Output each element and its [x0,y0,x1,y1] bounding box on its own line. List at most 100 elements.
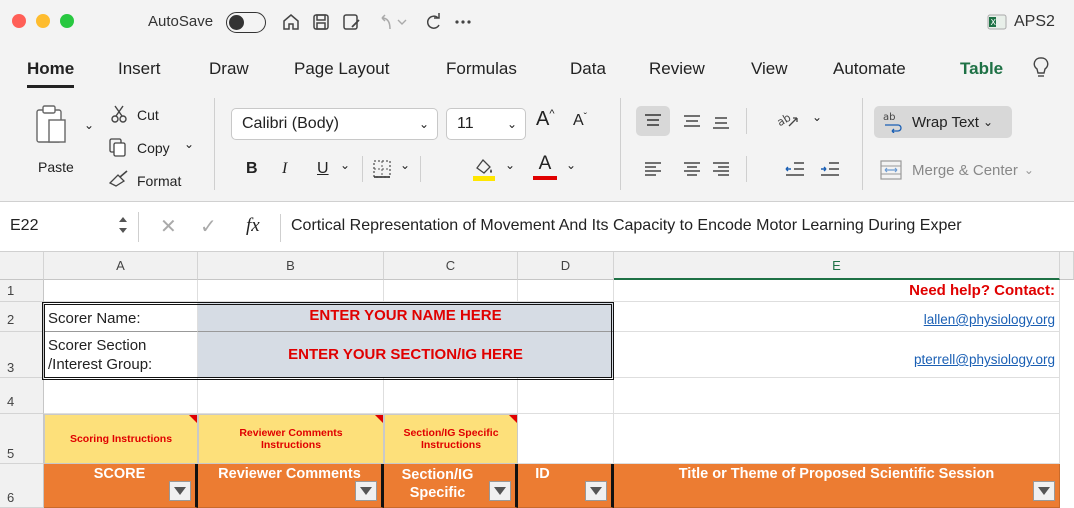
need-help-cell[interactable]: Need help? Contact: [614,280,1060,302]
column-header-b[interactable]: B [198,252,384,280]
more-icon[interactable] [450,8,476,36]
svg-text:ab: ab [777,111,793,128]
tab-draw[interactable]: Draw [209,59,249,79]
header-section-specific[interactable]: Section/IG Specific [384,464,518,508]
merge-center-button[interactable]: Merge & Center ⌄ [880,160,1034,180]
column-header-d[interactable]: D [518,252,614,280]
header-score[interactable]: SCORE [44,464,198,508]
autosave-toggle[interactable] [226,12,266,33]
copy-label[interactable]: Copy [137,140,170,156]
align-left-icon[interactable] [644,160,662,183]
cut-label[interactable]: Cut [137,107,159,123]
orientation-dropdown-icon[interactable]: ⌄ [812,110,822,124]
row-header-1[interactable]: 1 [0,280,44,302]
tab-table[interactable]: Table [960,59,1003,79]
worksheet-grid: A B C D E 1 2 3 4 5 6 Need help? Contact… [0,252,1074,508]
tab-review[interactable]: Review [649,59,705,79]
formula-input[interactable]: Cortical Representation of Movement And … [291,217,1071,235]
wrap-text-button[interactable]: ab Wrap Text ⌄ [874,106,1012,138]
fill-color-icon[interactable] [472,156,496,187]
row-header-3[interactable]: 3 [0,332,44,378]
header-title[interactable]: Title or Theme of Proposed Scientific Se… [614,464,1060,508]
row-header-5[interactable]: 5 [0,414,44,464]
email-link-2[interactable]: pterrell@physiology.org [914,352,1055,367]
filter-dropdown-icon[interactable] [1033,481,1055,501]
save-as-icon[interactable] [338,8,364,36]
row-header-4[interactable]: 4 [0,378,44,414]
font-size-select[interactable]: 11 ⌄ [446,108,526,140]
column-header-a[interactable]: A [44,252,198,280]
align-middle-icon[interactable] [683,112,701,135]
tab-automate[interactable]: Automate [833,59,906,79]
borders-dropdown-icon[interactable]: ⌄ [400,158,410,172]
font-name-select[interactable]: Calibri (Body) ⌄ [231,108,438,140]
tab-view[interactable]: View [751,59,788,79]
filter-dropdown-icon[interactable] [355,481,377,501]
format-painter-label[interactable]: Format [137,173,181,189]
function-icon[interactable]: fx [246,215,260,237]
column-header-e[interactable]: E [614,252,1060,280]
row-header-2[interactable]: 2 [0,302,44,332]
tab-page-layout[interactable]: Page Layout [294,59,389,79]
undo-dropdown-icon[interactable] [394,8,410,36]
borders-icon[interactable] [372,159,392,184]
row-header-6[interactable]: 6 [0,464,44,508]
chevron-down-icon: ⌄ [506,117,517,131]
name-box[interactable]: E22 [10,217,38,235]
enter-icon[interactable]: ✓ [200,214,217,239]
cut-icon[interactable] [110,104,128,129]
tab-insert[interactable]: Insert [118,59,161,79]
orientation-icon[interactable]: ab [775,110,799,133]
scorer-name-input[interactable]: ENTER YOUR NAME HERE [198,302,614,332]
fill-color-dropdown-icon[interactable]: ⌄ [505,158,515,172]
select-all-corner[interactable] [0,252,44,280]
align-bottom-icon[interactable] [712,112,730,135]
paste-label[interactable]: Paste [38,159,74,175]
zoom-window-button[interactable] [60,14,74,28]
header-reviewer-comments[interactable]: Reviewer Comments [198,464,384,508]
redo-icon[interactable] [420,8,446,36]
column-header-c[interactable]: C [384,252,518,280]
reviewer-instructions-cell[interactable]: Reviewer Comments Instructions [198,414,384,464]
tab-home[interactable]: Home [27,59,75,88]
paste-dropdown-icon[interactable]: ⌄ [84,118,94,132]
section-instructions-cell[interactable]: Section/IG Specific Instructions [384,414,518,464]
align-top-button[interactable] [636,106,670,136]
scoring-instructions-cell[interactable]: Scoring Instructions [44,414,198,464]
minimize-window-button[interactable] [36,14,50,28]
copy-dropdown-icon[interactable]: ⌄ [184,137,194,151]
copy-icon[interactable] [108,137,128,162]
decrease-indent-icon[interactable] [785,160,805,183]
underline-dropdown-icon[interactable]: ⌄ [340,158,350,172]
paste-icon[interactable] [33,104,81,153]
close-window-button[interactable] [12,14,26,28]
bold-button[interactable]: B [246,160,258,178]
italic-button[interactable]: I [282,160,287,178]
filter-dropdown-icon[interactable] [585,481,607,501]
filter-dropdown-icon[interactable] [489,481,511,501]
decrease-font-letter: A [573,112,584,129]
align-right-icon[interactable] [712,160,730,183]
workbook-name: APS2 [1014,13,1055,30]
filter-dropdown-icon[interactable] [169,481,191,501]
email-link-1[interactable]: lallen@physiology.org [924,312,1055,327]
save-icon[interactable] [308,8,334,36]
tab-formulas[interactable]: Formulas [446,59,517,79]
font-color-dropdown-icon[interactable]: ⌄ [566,158,576,172]
header-id[interactable]: ID [518,464,614,508]
align-center-icon[interactable] [683,160,701,183]
increase-font-size-button[interactable]: A^ [536,108,555,131]
tab-data[interactable]: Data [570,59,606,79]
decrease-font-size-button[interactable]: Aˇ [573,112,587,130]
lightbulb-icon[interactable] [1032,56,1050,85]
name-box-stepper-icon[interactable] [118,214,128,241]
ribbon-toolbar: ⌄ Paste Cut Copy ⌄ Format Calibri (Body)… [0,90,1074,202]
underline-button[interactable]: U [317,160,329,178]
scorer-section-input[interactable]: ENTER YOUR SECTION/IG HERE [198,332,614,378]
font-color-button[interactable]: A [533,153,557,180]
cancel-icon[interactable]: ✕ [160,214,177,239]
format-painter-icon[interactable] [108,169,130,192]
increase-font-letter: A [536,108,550,130]
home-icon[interactable] [278,8,304,36]
increase-indent-icon[interactable] [820,160,840,183]
